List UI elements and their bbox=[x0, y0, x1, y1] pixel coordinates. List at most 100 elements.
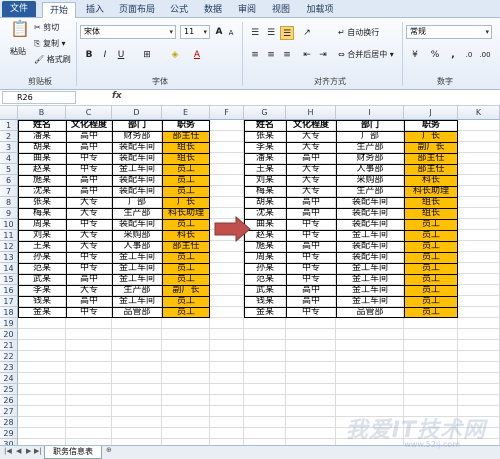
row-header[interactable]: 15 bbox=[0, 274, 18, 285]
format-painter-button[interactable]: 🖌 格式刷 bbox=[34, 54, 71, 66]
right-table-border bbox=[244, 307, 458, 308]
row-header[interactable]: 28 bbox=[0, 417, 18, 428]
align-bottom-icon[interactable]: ☰ bbox=[280, 26, 294, 40]
prev-sheet-icon[interactable]: ◀ bbox=[16, 447, 21, 455]
last-sheet-icon[interactable]: ▶| bbox=[34, 447, 42, 455]
column-header[interactable]: G bbox=[244, 106, 286, 120]
tab-page-layout[interactable]: 页面布局 bbox=[112, 2, 162, 18]
row-header[interactable]: 16 bbox=[0, 285, 18, 296]
number-format-combo[interactable]: 常规 ▾ bbox=[406, 25, 492, 39]
new-sheet-icon[interactable]: ⊕ bbox=[106, 446, 112, 454]
column-header[interactable]: C bbox=[66, 106, 112, 120]
fill-color-icon[interactable]: ◈ bbox=[168, 48, 182, 62]
row-header[interactable]: 10 bbox=[0, 219, 18, 230]
grid-line bbox=[18, 339, 500, 340]
chevron-down-icon: ▾ bbox=[169, 28, 173, 36]
row-header[interactable]: 11 bbox=[0, 230, 18, 241]
cut-button[interactable]: ✂ 剪切 bbox=[34, 22, 59, 34]
font-size-combo[interactable]: 11 ▾ bbox=[180, 25, 210, 39]
left-table-cell: 范某 bbox=[32, 263, 51, 273]
row-header[interactable]: 21 bbox=[0, 340, 18, 351]
shrink-font-button[interactable]: A bbox=[224, 26, 238, 40]
bold-button[interactable]: B bbox=[82, 48, 96, 62]
row-header[interactable]: 5 bbox=[0, 164, 18, 175]
right-table-border bbox=[244, 263, 458, 264]
row-header[interactable]: 1 bbox=[0, 120, 18, 131]
column-header[interactable]: D bbox=[112, 106, 162, 120]
sheet-tab-job-info[interactable]: 职务信息表 bbox=[44, 446, 102, 459]
left-table-cell: 金工车间 bbox=[118, 252, 155, 262]
row-header[interactable]: 23 bbox=[0, 362, 18, 373]
tab-insert[interactable]: 插入 bbox=[80, 2, 110, 18]
currency-icon[interactable]: ¥ bbox=[408, 48, 422, 62]
paste-icon[interactable]: 📋 bbox=[8, 21, 32, 44]
row-header[interactable]: 6 bbox=[0, 175, 18, 186]
worksheet-grid[interactable]: B C D E F G H I J K 1 2 3 4 5 6 7 8 9 10 11 12 13 14 15 16 17 18 19 2… bbox=[0, 106, 500, 445]
tab-data[interactable]: 数据 bbox=[198, 2, 228, 18]
wrap-text-button[interactable]: ↵ 自动换行 bbox=[338, 27, 379, 39]
tab-review[interactable]: 审阅 bbox=[232, 2, 262, 18]
name-box[interactable]: R26 bbox=[2, 91, 76, 104]
column-header[interactable]: J bbox=[404, 106, 458, 120]
align-center-icon[interactable]: ≡ bbox=[264, 48, 278, 62]
row-header[interactable]: 20 bbox=[0, 329, 18, 340]
tab-formulas[interactable]: 公式 bbox=[164, 2, 194, 18]
underline-button[interactable]: U bbox=[114, 48, 128, 62]
right-arrow-shape[interactable] bbox=[214, 216, 252, 242]
row-header[interactable]: 8 bbox=[0, 197, 18, 208]
row-header[interactable]: 9 bbox=[0, 208, 18, 219]
column-header[interactable]: F bbox=[210, 106, 244, 120]
row-header[interactable]: 14 bbox=[0, 263, 18, 274]
font-color-button[interactable]: A bbox=[190, 48, 204, 62]
select-all-corner[interactable] bbox=[0, 106, 18, 120]
font-name-combo[interactable]: 宋体 ▾ bbox=[80, 25, 176, 39]
row-header[interactable]: 25 bbox=[0, 384, 18, 395]
align-top-icon[interactable]: ☰ bbox=[248, 26, 262, 40]
left-table-cell: 大专 bbox=[79, 241, 98, 251]
italic-button[interactable]: I bbox=[98, 48, 112, 62]
column-header[interactable]: H bbox=[286, 106, 336, 120]
fx-icon[interactable]: fx bbox=[112, 91, 122, 101]
row-header[interactable]: 17 bbox=[0, 296, 18, 307]
paste-button[interactable]: 粘贴 bbox=[10, 46, 26, 58]
copy-button[interactable]: ⎘ 复制 ▾ bbox=[34, 38, 66, 50]
align-middle-icon[interactable]: ☰ bbox=[264, 26, 278, 40]
row-header[interactable]: 24 bbox=[0, 373, 18, 384]
row-header[interactable]: 29 bbox=[0, 428, 18, 439]
row-header[interactable]: 26 bbox=[0, 395, 18, 406]
increase-indent-icon[interactable]: ⇥ bbox=[316, 48, 330, 62]
row-header[interactable]: 12 bbox=[0, 241, 18, 252]
tab-view[interactable]: 视图 bbox=[266, 2, 296, 18]
decrease-decimal-icon[interactable]: .00 bbox=[478, 48, 492, 62]
row-header[interactable]: 7 bbox=[0, 186, 18, 197]
row-header[interactable]: 4 bbox=[0, 153, 18, 164]
orientation-icon[interactable]: ↗ bbox=[300, 26, 314, 40]
tab-addins[interactable]: 加载项 bbox=[300, 2, 340, 18]
left-table-cell: 中专 bbox=[79, 153, 98, 163]
comma-button[interactable]: , bbox=[446, 48, 460, 62]
row-header[interactable]: 2 bbox=[0, 131, 18, 142]
right-table-cell: 大专 bbox=[301, 164, 320, 174]
first-sheet-icon[interactable]: |◀ bbox=[4, 447, 12, 455]
tab-file[interactable]: 文件 bbox=[2, 1, 36, 17]
borders-icon[interactable]: ⊞ bbox=[140, 48, 154, 62]
row-header[interactable]: 22 bbox=[0, 351, 18, 362]
next-sheet-icon[interactable]: ▶ bbox=[26, 447, 31, 455]
row-header[interactable]: 18 bbox=[0, 307, 18, 318]
column-header[interactable]: I bbox=[336, 106, 404, 120]
row-header[interactable]: 13 bbox=[0, 252, 18, 263]
increase-decimal-icon[interactable]: .0 bbox=[462, 48, 476, 62]
row-header[interactable]: 27 bbox=[0, 406, 18, 417]
watermark-url: www.52ij.com bbox=[404, 440, 460, 449]
percent-button[interactable]: % bbox=[428, 48, 442, 62]
align-right-icon[interactable]: ≡ bbox=[280, 48, 294, 62]
merge-center-button[interactable]: ⇔ 合并后居中 ▾ bbox=[338, 49, 394, 61]
decrease-indent-icon[interactable]: ⇤ bbox=[300, 48, 314, 62]
tab-home[interactable]: 开始 bbox=[42, 2, 76, 19]
column-header[interactable]: E bbox=[162, 106, 210, 120]
row-header[interactable]: 19 bbox=[0, 318, 18, 329]
row-header[interactable]: 3 bbox=[0, 142, 18, 153]
column-header[interactable]: K bbox=[458, 106, 500, 120]
column-header[interactable]: B bbox=[18, 106, 66, 120]
align-left-icon[interactable]: ≡ bbox=[248, 48, 262, 62]
